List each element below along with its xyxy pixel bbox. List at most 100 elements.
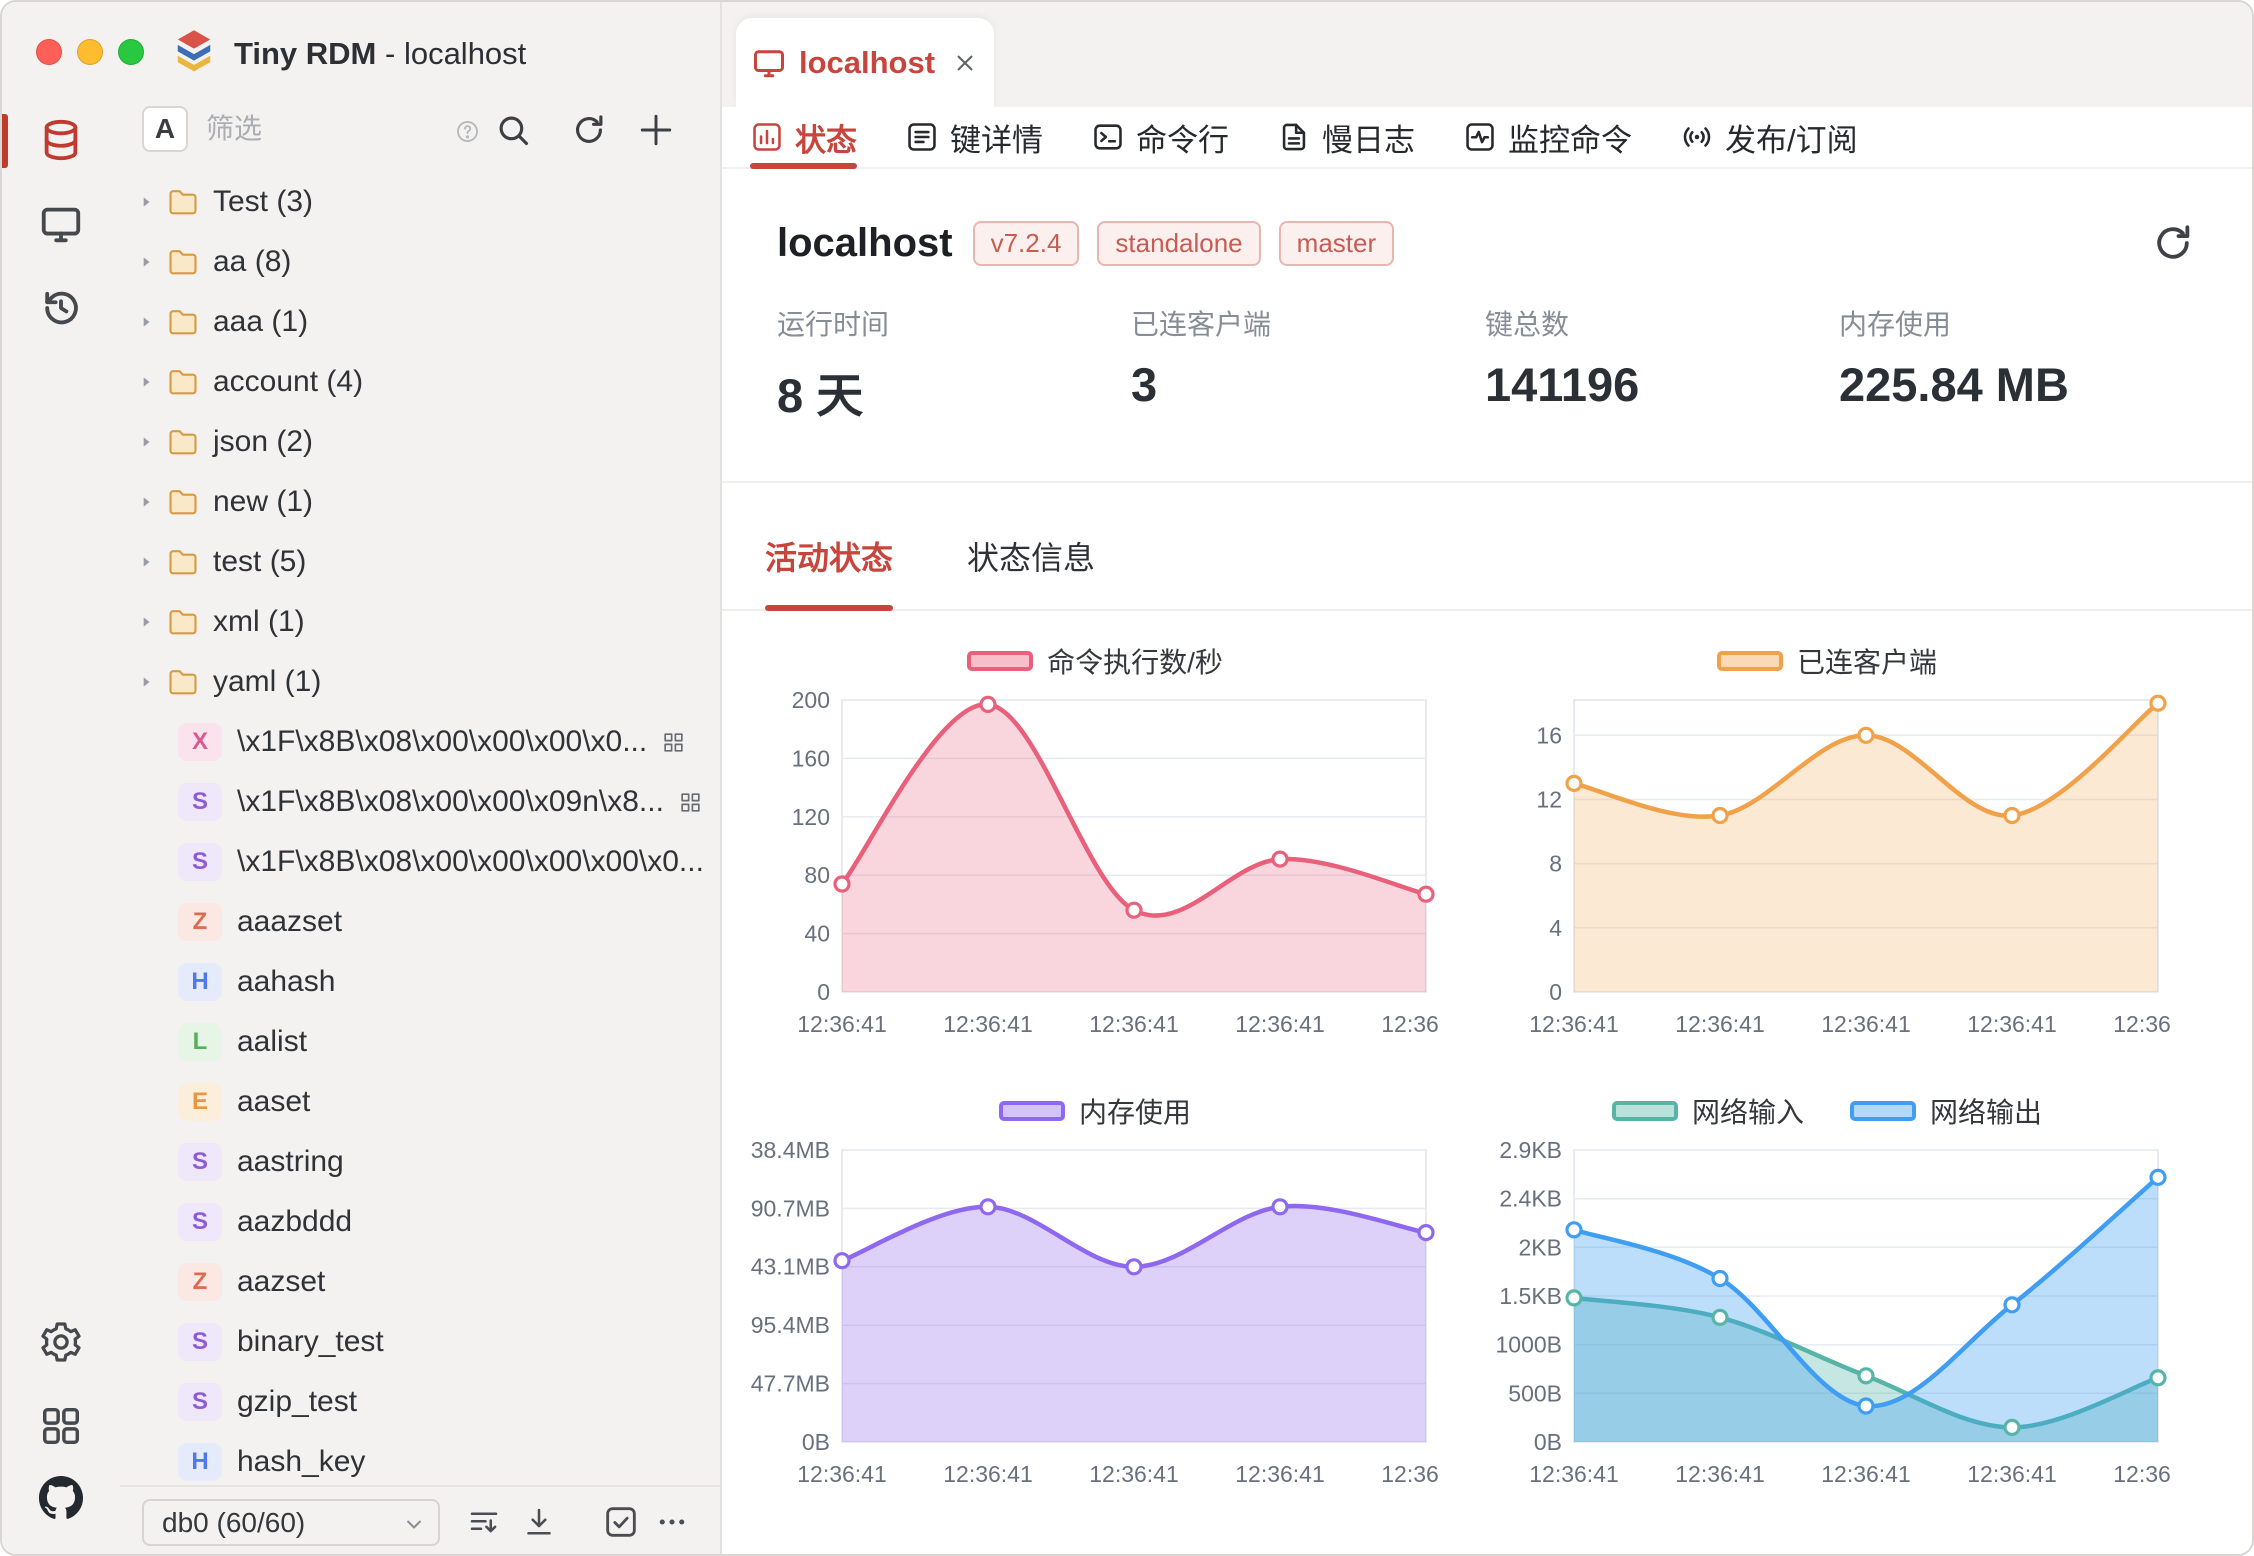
nav-tab-slowlog[interactable]: 慢日志 <box>1277 107 1415 167</box>
search-button[interactable] <box>494 111 532 149</box>
nav-tab-keydetail[interactable]: 键详情 <box>905 107 1043 167</box>
rail-history-button[interactable] <box>38 285 84 331</box>
folder-icon <box>166 305 200 339</box>
svg-text:2.4KB: 2.4KB <box>1499 1186 1562 1212</box>
legend-item[interactable]: 内存使用 <box>998 1091 1191 1131</box>
slow-log-icon <box>1277 120 1311 154</box>
svg-text:12:36:41: 12:36:41 <box>1675 1011 1765 1037</box>
filter-mode-button[interactable]: A <box>142 106 188 152</box>
stat-value: 141196 <box>1485 358 1640 411</box>
caret-right-icon[interactable] <box>136 252 156 272</box>
tree-key[interactable]: Saazbddd <box>120 1192 718 1252</box>
legend-item[interactable]: 网络输入 <box>1611 1091 1804 1131</box>
tree-key[interactable]: S \x1F\x8B\x08\x00\x00\x09n\x8... <box>120 772 718 832</box>
caret-right-icon[interactable] <box>136 432 156 452</box>
tree-key[interactable]: Hhash_key <box>120 1432 718 1485</box>
db-selector-value: db0 (60/60) <box>162 1506 306 1538</box>
legend-item[interactable]: 已连客户端 <box>1716 641 1937 681</box>
filter-help-icon <box>454 118 481 145</box>
legend-item[interactable]: 命令执行数/秒 <box>967 641 1223 681</box>
connection-tab[interactable]: localhost <box>736 18 994 107</box>
stat-clients: 已连客户端 3 <box>1131 303 1485 426</box>
apps-button[interactable] <box>38 1403 84 1449</box>
svg-text:80: 80 <box>804 862 830 888</box>
tree-key[interactable]: Eaaset <box>120 1072 718 1132</box>
svg-text:12:36:41: 12:36:41 <box>797 1461 887 1487</box>
tree-key[interactable]: Sgzip_test <box>120 1372 718 1432</box>
caret-right-icon[interactable] <box>136 372 156 392</box>
svg-text:12:36:41: 12:36:41 <box>1967 1461 2057 1487</box>
svg-text:47.7MB: 47.7MB <box>751 1371 830 1397</box>
legend-swatch <box>998 1101 1065 1121</box>
rail-server-button[interactable] <box>38 201 84 247</box>
nav-tab-pubsub[interactable]: 发布/订阅 <box>1680 107 1858 167</box>
svg-text:1.5KB: 1.5KB <box>1499 1283 1562 1309</box>
svg-text:1000B: 1000B <box>1495 1332 1562 1358</box>
tree-folder[interactable]: json (2) <box>120 412 718 472</box>
list-down-arrow-icon <box>466 1504 502 1540</box>
db-selector[interactable]: db0 (60/60) <box>142 1499 440 1546</box>
svg-text:12:36:41: 12:36:41 <box>1089 1011 1179 1037</box>
tree-folder[interactable]: test (5) <box>120 532 718 592</box>
nav-tab-monitor[interactable]: 监控命令 <box>1463 107 1632 167</box>
caret-right-icon[interactable] <box>136 312 156 332</box>
tree-key[interactable]: X \x1F\x8B\x08\x00\x00\x00\x0... <box>120 712 718 772</box>
stat-value: 3 <box>1131 358 1158 411</box>
svg-text:12:36:41: 12:36:41 <box>1529 1461 1619 1487</box>
caret-right-icon[interactable] <box>136 612 156 632</box>
filter-input[interactable] <box>206 106 452 152</box>
refresh-stats-button[interactable] <box>2150 220 2196 266</box>
tree-folder[interactable]: aaa (1) <box>120 292 718 352</box>
folder-label: json (2) <box>213 425 314 458</box>
tree-folder[interactable]: account (4) <box>120 352 718 412</box>
caret-right-icon[interactable] <box>136 492 156 512</box>
tree-folder[interactable]: xml (1) <box>120 592 718 652</box>
status-icon <box>750 120 784 154</box>
window-title-suffix: - localhost <box>376 36 527 71</box>
caret-right-icon[interactable] <box>136 552 156 572</box>
close-tab-button[interactable] <box>951 49 979 77</box>
minimize-window-button[interactable] <box>77 39 103 65</box>
nav-tab-label: 慢日志 <box>1322 122 1415 158</box>
zoom-window-button[interactable] <box>118 39 144 65</box>
rail-browser-button[interactable] <box>38 117 84 163</box>
settings-button[interactable] <box>38 1319 84 1365</box>
tree-folder[interactable]: Test (3) <box>120 172 718 232</box>
tree-folder[interactable]: aa (8) <box>120 232 718 292</box>
stat-label: 已连客户端 <box>1131 309 1272 340</box>
tree-key[interactable]: Zaaazset <box>120 892 718 952</box>
chart-legend: 已连客户端 <box>1482 640 2172 682</box>
tree-key[interactable]: Haahash <box>120 952 718 1012</box>
chart-network-io: 网络输入 网络输出 0B 500B 1000B 1.5KB 2KB 2.4KB 2.9KB 12… <box>1482 1090 2172 1508</box>
more-actions-button[interactable] <box>654 1504 690 1540</box>
load-more-button[interactable] <box>466 1504 502 1540</box>
nav-tab-cli[interactable]: 命令行 <box>1091 107 1229 167</box>
folder-label: test (5) <box>213 545 307 578</box>
tree-key[interactable]: Laalist <box>120 1012 718 1072</box>
close-window-button[interactable] <box>36 39 62 65</box>
subtab-info[interactable]: 状态信息 <box>967 483 1095 609</box>
add-key-button[interactable] <box>634 108 678 152</box>
load-all-button[interactable] <box>521 1504 557 1540</box>
chart-commands-per-sec: 命令执行数/秒 0 40 80 120 160 200 12:36:41 12:36:41 12… <box>750 640 1440 1058</box>
tree-key[interactable]: Saastring <box>120 1132 718 1192</box>
key-label: hash_key <box>237 1445 366 1478</box>
folder-label: aa (8) <box>213 245 292 278</box>
key-type-badge: Z <box>178 903 222 941</box>
github-button[interactable] <box>38 1475 84 1521</box>
tree-folder[interactable]: yaml (1) <box>120 652 718 712</box>
nav-tab-status[interactable]: 状态 <box>750 107 857 169</box>
caret-right-icon[interactable] <box>136 192 156 212</box>
binary-icon <box>678 790 703 815</box>
tree-key[interactable]: Zaazset <box>120 1252 718 1312</box>
refresh-keys-button[interactable] <box>570 111 608 149</box>
legend-item[interactable]: 网络输出 <box>1850 1091 2042 1131</box>
caret-right-icon[interactable] <box>136 672 156 692</box>
tree-key[interactable]: S \x1F\x8B\x08\x00\x00\x00\x00\x0... <box>120 832 718 892</box>
batch-mode-button[interactable] <box>601 1502 641 1542</box>
subtab-activity[interactable]: 活动状态 <box>765 483 894 611</box>
tree-key[interactable]: Sbinary_test <box>120 1312 718 1372</box>
connection-tab-label: localhost <box>798 44 936 80</box>
refresh-icon <box>2150 220 2196 266</box>
tree-folder[interactable]: new (1) <box>120 472 718 532</box>
